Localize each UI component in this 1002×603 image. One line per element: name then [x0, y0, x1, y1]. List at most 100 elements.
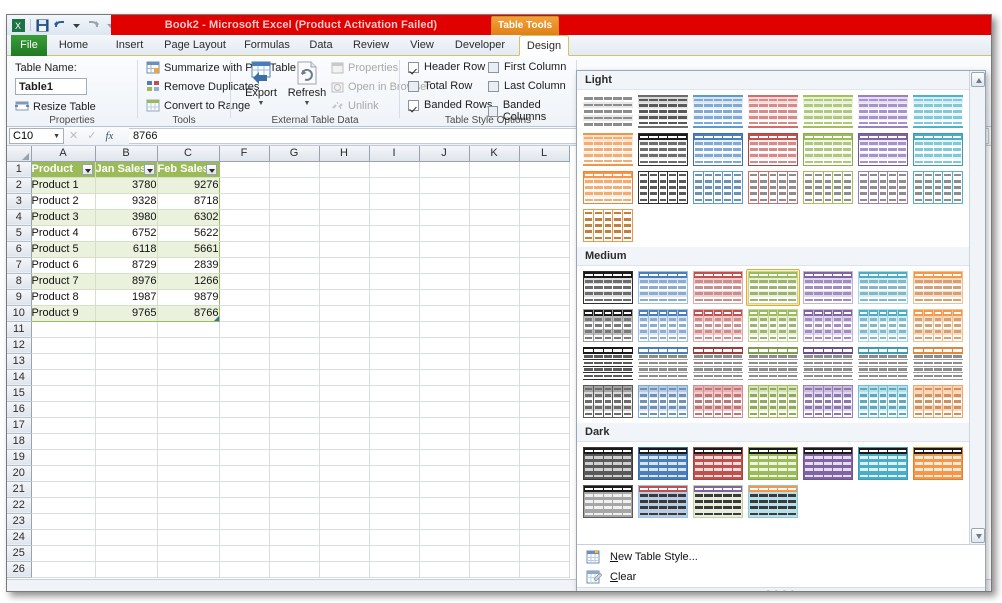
table-style-thumbnail[interactable] [636, 445, 690, 482]
row-header-19[interactable]: 19 [7, 449, 32, 466]
table-data-cell[interactable]: Product 9 [30, 305, 96, 322]
grid-cell[interactable] [419, 209, 470, 226]
checkbox-indicator[interactable] [488, 105, 498, 117]
row-header-4[interactable]: 4 [7, 209, 32, 226]
row-header-8[interactable]: 8 [7, 273, 32, 290]
grid-cell[interactable] [419, 529, 470, 546]
table-style-thumbnail[interactable] [636, 483, 690, 520]
grid-cell[interactable] [219, 401, 270, 418]
table-header-cell[interactable]: Feb Sales [157, 161, 220, 178]
grid-cell[interactable] [95, 497, 158, 514]
grid-cell[interactable] [369, 273, 420, 290]
grid-cell[interactable] [519, 465, 570, 482]
row-header-21[interactable]: 21 [7, 481, 32, 498]
grid-cell[interactable] [219, 225, 270, 242]
grid-cell[interactable] [269, 433, 320, 450]
row-header-23[interactable]: 23 [7, 513, 32, 530]
table-style-thumbnail[interactable] [636, 169, 690, 206]
gallery-scroll-up-arrow[interactable] [971, 72, 985, 87]
grid-cell[interactable] [519, 497, 570, 514]
grid-cell[interactable] [519, 321, 570, 338]
table-data-cell[interactable]: 8729 [95, 257, 158, 274]
table-style-thumbnail[interactable] [801, 345, 855, 382]
table-data-cell[interactable]: 8766 [157, 305, 220, 322]
grid-cell[interactable] [269, 385, 320, 402]
grid-cell[interactable] [157, 497, 220, 514]
grid-cell[interactable] [369, 529, 420, 546]
checkbox-indicator[interactable] [408, 61, 419, 73]
insert-function-icon[interactable]: fx [105, 130, 113, 142]
grid-cell[interactable] [269, 337, 320, 354]
grid-cell[interactable] [31, 369, 96, 386]
grid-cell[interactable] [419, 465, 470, 482]
grid-cell[interactable] [269, 289, 320, 306]
grid-cell[interactable] [219, 209, 270, 226]
grid-cell[interactable] [219, 321, 270, 338]
grid-cell[interactable] [219, 449, 270, 466]
grid-cell[interactable] [219, 417, 270, 434]
grid-cell[interactable] [269, 545, 320, 562]
table-style-thumbnail[interactable] [856, 383, 910, 420]
grid-cell[interactable] [319, 401, 370, 418]
grid-cell[interactable] [369, 305, 420, 322]
grid-cell[interactable] [269, 417, 320, 434]
grid-cell[interactable] [31, 481, 96, 498]
grid-cell[interactable] [469, 401, 520, 418]
grid-cell[interactable] [31, 529, 96, 546]
grid-cell[interactable] [519, 177, 570, 194]
table-style-thumbnail[interactable] [636, 93, 690, 130]
grid-cell[interactable] [219, 257, 270, 274]
grid-cell[interactable] [519, 225, 570, 242]
grid-cell[interactable] [469, 545, 520, 562]
grid-cell[interactable] [419, 225, 470, 242]
grid-cell[interactable] [31, 385, 96, 402]
checkbox-total-row[interactable]: Total Row [408, 80, 472, 92]
table-style-thumbnail[interactable] [801, 383, 855, 420]
grid-cell[interactable] [469, 225, 520, 242]
table-data-cell[interactable]: 8718 [157, 193, 220, 210]
grid-cell[interactable] [95, 369, 158, 386]
grid-cell[interactable] [419, 513, 470, 530]
export-dropdown-chevron-down-icon[interactable]: ▼ [239, 100, 283, 107]
grid-cell[interactable] [157, 529, 220, 546]
grid-cell[interactable] [519, 481, 570, 498]
row-header-16[interactable]: 16 [7, 401, 32, 418]
table-data-cell[interactable]: Product 3 [30, 209, 96, 226]
table-style-thumbnail[interactable] [911, 169, 965, 206]
grid-cell[interactable] [519, 257, 570, 274]
table-resize-handle[interactable] [213, 315, 218, 320]
grid-cell[interactable] [519, 401, 570, 418]
grid-cell[interactable] [369, 401, 420, 418]
name-box[interactable]: C10 ▼ [9, 128, 64, 144]
grid-cell[interactable] [519, 193, 570, 210]
grid-cell[interactable] [319, 273, 370, 290]
grid-cell[interactable] [31, 417, 96, 434]
grid-cell[interactable] [31, 449, 96, 466]
row-header-25[interactable]: 25 [7, 545, 32, 562]
grid-cell[interactable] [157, 417, 220, 434]
row-header-14[interactable]: 14 [7, 369, 32, 386]
grid-cell[interactable] [369, 177, 420, 194]
row-header-20[interactable]: 20 [7, 465, 32, 482]
grid-cell[interactable] [319, 193, 370, 210]
grid-cell[interactable] [157, 433, 220, 450]
table-data-cell[interactable]: 8976 [95, 273, 158, 290]
grid-cell[interactable] [319, 225, 370, 242]
grid-cell[interactable] [95, 321, 158, 338]
table-style-thumbnail[interactable] [911, 93, 965, 130]
grid-cell[interactable] [419, 353, 470, 370]
grid-cell[interactable] [469, 561, 520, 578]
grid-cell[interactable] [219, 353, 270, 370]
grid-cell[interactable] [95, 481, 158, 498]
grid-cell[interactable] [269, 465, 320, 482]
row-header-26[interactable]: 26 [7, 561, 32, 578]
grid-cell[interactable] [319, 337, 370, 354]
grid-cell[interactable] [369, 481, 420, 498]
grid-cell[interactable] [319, 241, 370, 258]
grid-cell[interactable] [269, 225, 320, 242]
grid-cell[interactable] [319, 465, 370, 482]
row-header-2[interactable]: 2 [7, 177, 32, 194]
grid-cell[interactable] [219, 497, 270, 514]
grid-cell[interactable] [519, 529, 570, 546]
grid-cell[interactable] [369, 321, 420, 338]
